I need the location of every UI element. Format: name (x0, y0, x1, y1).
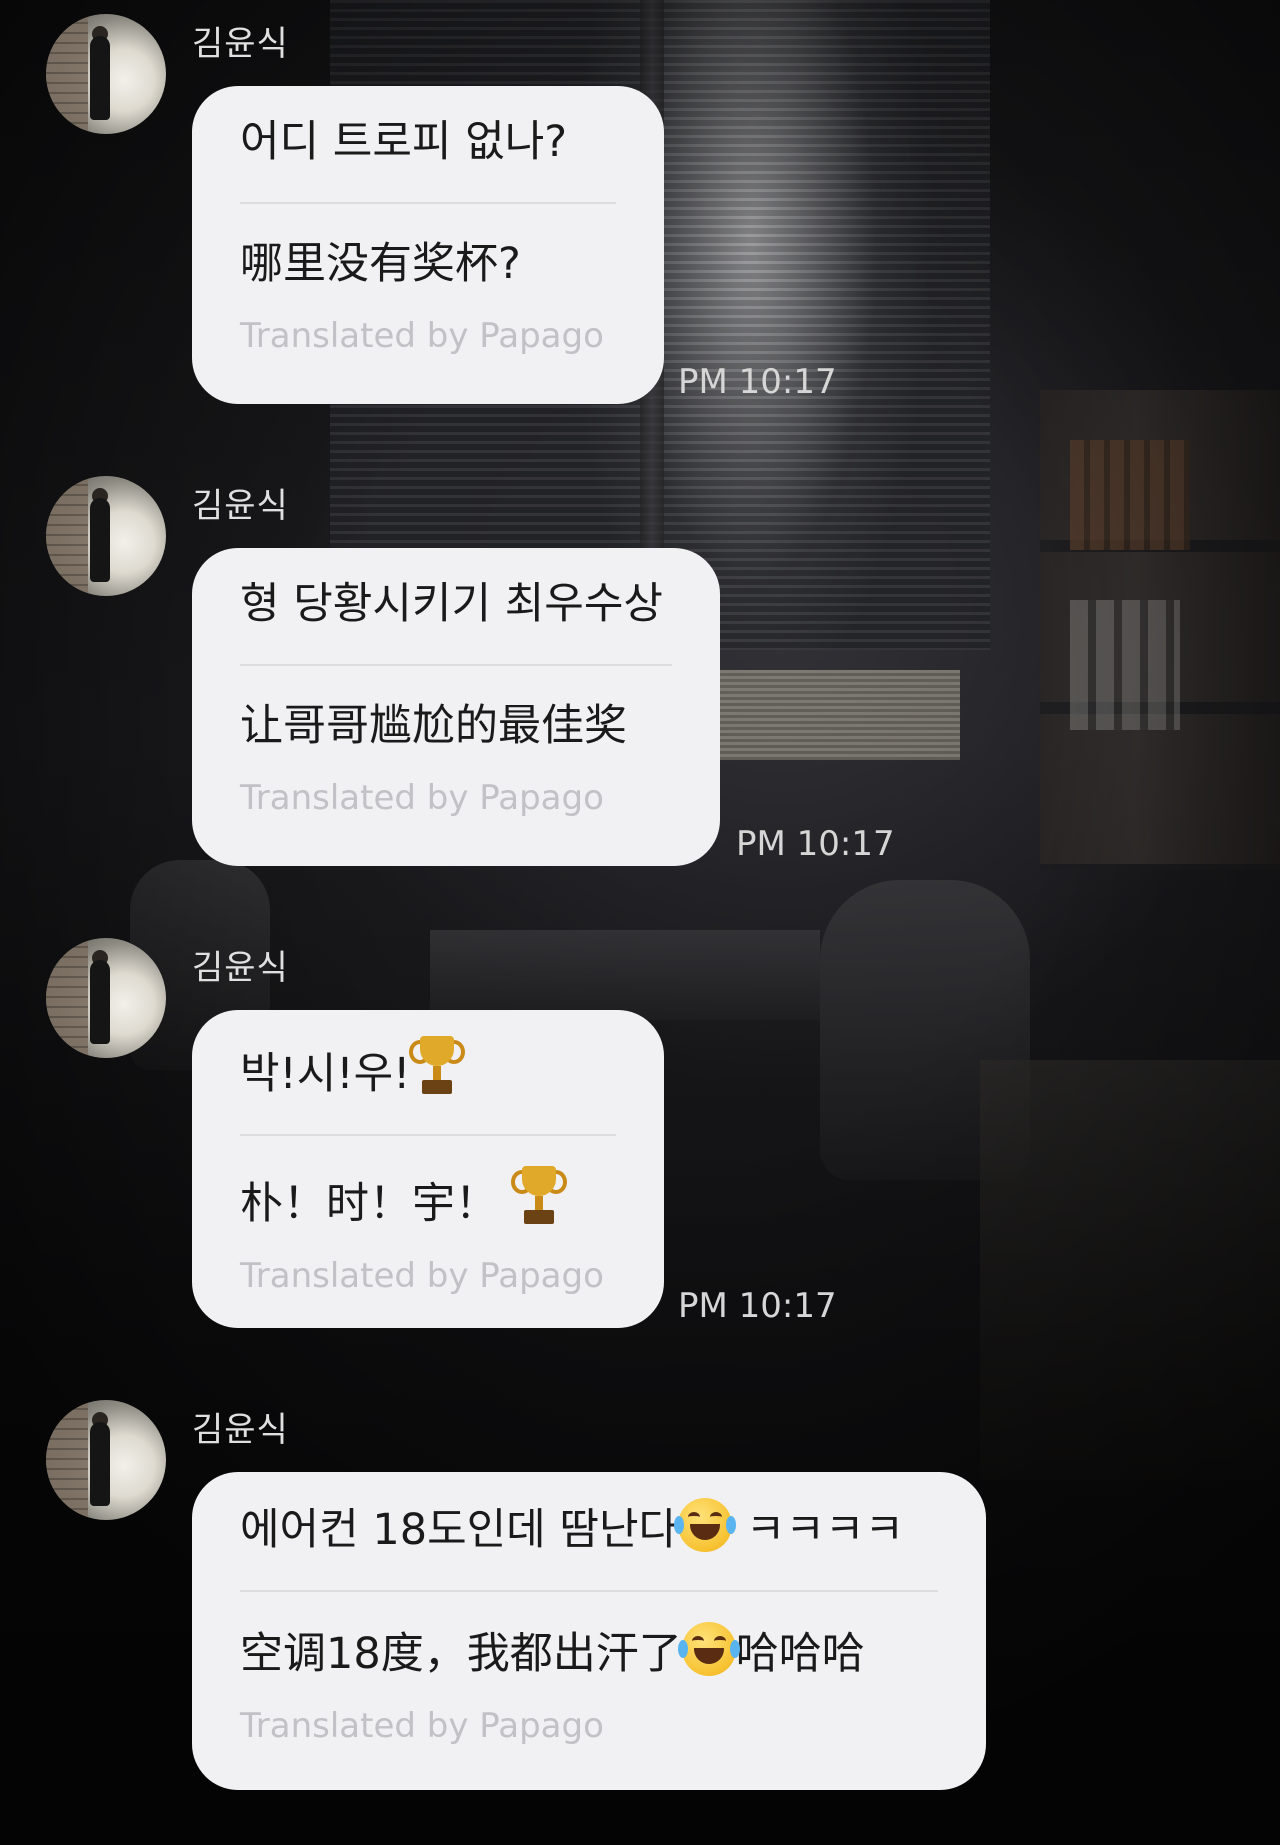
original-text: 어디 트로피 없나? (240, 117, 568, 167)
translation-credit: Translated by Papago (240, 1256, 604, 1296)
trophy-icon (409, 1036, 466, 1096)
translated-text: 哪里没有奖杯? (240, 239, 521, 289)
message-time: PM 10:17 (678, 1286, 837, 1326)
original-row: 박!시!우! (240, 1036, 616, 1104)
translated-text: 朴！时！宇！ (240, 1179, 498, 1229)
original-text: 형 당황시키기 최우수상 (240, 579, 663, 629)
message-time: PM 10:17 (678, 362, 837, 402)
sender-name: 김윤식 (192, 24, 289, 64)
avatar-wall (46, 1400, 88, 1520)
bubble-divider (240, 1590, 938, 1592)
message-time: PM 10:17 (736, 824, 895, 864)
message-bubble[interactable]: 박!시!우! 朴！时！宇！ Translated by Papago (192, 1010, 664, 1328)
original-text: 박!시!우! (240, 1049, 411, 1099)
translation-credit: Translated by Papago (240, 778, 604, 818)
sender-name: 김윤식 (192, 948, 289, 988)
avatar-figure (90, 498, 110, 582)
translated-text: 让哥哥尴尬的最佳奖 (240, 701, 627, 751)
translation-credit: Translated by Papago (240, 1706, 604, 1746)
message-bubble[interactable]: 형 당황시키기 최우수상 让哥哥尴尬的最佳奖 Translated by Pap… (192, 548, 720, 866)
translated-row: 空调18度，我都出汗了 哈哈哈 (240, 1622, 938, 1684)
bubble-divider (240, 202, 616, 204)
translated-text: 空调18度，我都出汗了 (240, 1629, 682, 1679)
avatar[interactable] (46, 14, 166, 134)
avatar-wall (46, 476, 88, 596)
avatar-wall (46, 14, 88, 134)
avatar-figure (90, 36, 110, 120)
translation-credit: Translated by Papago (240, 316, 604, 356)
avatar[interactable] (46, 1400, 166, 1520)
trophy-icon (510, 1166, 567, 1226)
laughing-tears-icon (677, 1622, 740, 1676)
avatar[interactable] (46, 476, 166, 596)
avatar[interactable] (46, 938, 166, 1058)
message-bubble[interactable]: 에어컨 18도인데 땀난다 ㅋㅋㅋㅋ 空调18度，我都出汗了 哈哈哈 Transl… (192, 1472, 986, 1790)
translated-row: 朴！时！宇！ (240, 1166, 616, 1234)
laughing-tears-icon (674, 1498, 737, 1552)
bubble-divider (240, 664, 672, 666)
original-laugh-text: ㅋㅋㅋㅋ (745, 1505, 905, 1555)
original-row: 에어컨 18도인데 땀난다 ㅋㅋㅋㅋ (240, 1498, 938, 1560)
avatar-figure (90, 1422, 110, 1506)
sender-name: 김윤식 (192, 486, 289, 526)
translated-laugh-text: 哈哈哈 (735, 1629, 865, 1679)
avatar-figure (90, 960, 110, 1044)
sender-name: 김윤식 (192, 1410, 289, 1450)
avatar-wall (46, 938, 88, 1058)
message-bubble[interactable]: 어디 트로피 없나? 哪里没有奖杯? Translated by Papago (192, 86, 664, 404)
original-text: 에어컨 18도인데 땀난다 (240, 1505, 679, 1555)
bubble-divider (240, 1134, 616, 1136)
